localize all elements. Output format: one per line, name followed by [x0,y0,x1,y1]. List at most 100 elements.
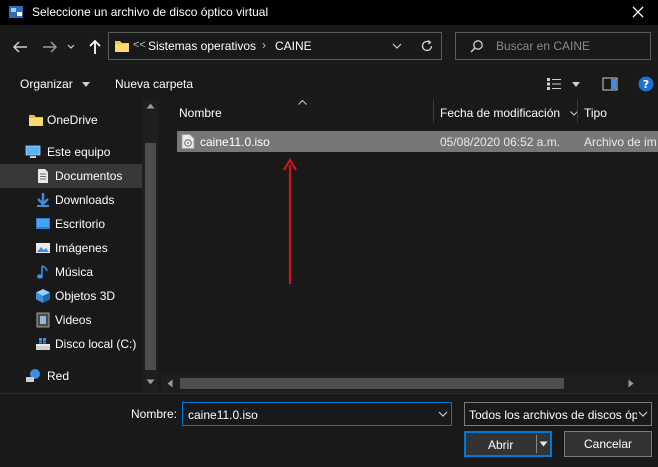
arrow-left-icon [12,41,27,53]
sidebar-item-red[interactable]: Red [0,364,142,388]
sidebar-item-documentos[interactable]: Documentos [0,164,142,188]
network-icon [26,369,40,382]
chevron-down-icon [637,411,649,419]
breadcrumb-item-sistemas[interactable]: Sistemas operativos [148,39,256,53]
svg-text:?: ? [643,78,649,91]
file-type-filter-select[interactable]: Todos los archivos de discos óp [464,402,652,426]
file-name-value: caine11.0.iso [188,408,258,422]
sort-ascending-icon [298,100,307,105]
column-header-modified[interactable]: Fecha de modificación [440,106,560,132]
scroll-up-icon[interactable] [146,103,155,109]
file-type: Archivo de im [584,135,657,149]
new-folder-button[interactable]: Nueva carpeta [115,77,193,91]
dialog-footer: Nombre: caine11.0.iso Todos los archivos… [0,393,658,467]
open-button[interactable]: Abrir [464,431,552,457]
music-icon [37,265,48,279]
sidebar-item-label: Imágenes [55,241,108,255]
search-placeholder: Buscar en CAINE [496,39,591,53]
command-bar: Organizar Nueva carpeta ? [0,70,658,99]
table-row[interactable]: caine11.0.iso 05/08/2020 06:52 a.m. Arch… [177,131,658,152]
computer-icon [25,145,41,158]
documents-icon [38,169,48,183]
folder-icon [29,115,43,126]
sidebar-item-label: Downloads [55,193,115,207]
sidebar-item-label: Escritorio [55,217,106,231]
up-button[interactable] [85,38,105,56]
window-title: Seleccione un archivo de disco óptico vi… [32,5,269,19]
sidebar-item-downloads[interactable]: Downloads [0,188,142,212]
desktop-icon [36,218,50,229]
title-bar: Seleccione un archivo de disco óptico vi… [0,0,658,25]
refresh-icon[interactable] [420,39,434,53]
breadcrumb-item-caine[interactable]: CAINE [275,39,312,53]
hscroll-thumb[interactable] [180,378,564,389]
download-icon [37,193,49,207]
arrow-up-icon [89,39,101,54]
breadcrumb-overflow[interactable]: << [133,39,146,51]
video-icon [36,312,50,328]
chevron-down-icon[interactable] [392,43,402,49]
drive-icon [36,338,50,350]
split-divider [536,435,537,453]
sidebar-item-escritorio[interactable]: Escritorio [0,212,142,236]
caret-down-icon[interactable] [539,441,548,447]
help-icon[interactable]: ? [638,76,654,92]
file-list-hscrollbar[interactable] [161,375,658,392]
sidebar-item-label: Música [55,265,94,279]
scroll-right-icon[interactable] [628,379,634,388]
file-name: caine11.0.iso [200,135,270,149]
sidebar-item-musica[interactable]: Música [0,260,142,284]
caret-down-icon[interactable] [572,82,580,87]
sidebar-scrollbar[interactable] [142,99,159,392]
search-input[interactable]: Buscar en CAINE [455,32,651,60]
open-button-label: Abrir [488,438,514,452]
file-list[interactable]: Nombre Fecha de modificación Tipo caine1… [161,99,658,393]
app-icon [9,6,23,18]
column-header-type[interactable]: Tipo [584,106,607,132]
column-divider[interactable] [433,99,434,123]
arrow-right-icon [43,41,58,53]
search-icon [470,40,483,53]
sidebar-item-label: Red [47,369,70,383]
sidebar-item-label: Disco local (C:) [55,337,137,351]
sidebar-item-videos[interactable]: Videos [0,308,142,332]
sidebar-item-imagenes[interactable]: Imágenes [0,236,142,260]
chevron-down-icon[interactable] [438,411,448,417]
sidebar-item-disco-local[interactable]: Disco local (C:) [0,332,142,356]
address-bar[interactable]: << Sistemas operativos › CAINE [108,32,442,60]
preview-pane-icon[interactable] [602,77,618,91]
folder-icon [115,41,129,52]
cancel-button[interactable]: Cancelar [564,431,652,457]
scroll-left-icon[interactable] [167,379,173,388]
sidebar-item-label: Documentos [55,169,123,183]
column-divider[interactable] [577,99,578,123]
organize-button[interactable]: Organizar [20,77,91,91]
organize-label: Organizar [20,77,73,91]
cube-icon [36,289,50,303]
recent-locations-button[interactable] [64,38,78,56]
file-modified: 05/08/2020 06:52 a.m. [440,135,561,149]
sidebar-scroll-thumb[interactable] [145,143,156,370]
sidebar-item-label: OneDrive [47,113,98,127]
forward-button[interactable] [40,38,60,56]
file-name-label: Nombre: [131,407,178,421]
pictures-icon [36,243,50,253]
file-name-input[interactable]: caine11.0.iso [182,402,452,426]
column-header-name[interactable]: Nombre [179,106,222,132]
file-type-filter-value: Todos los archivos de discos óp [469,408,639,422]
close-icon[interactable] [630,4,646,20]
scroll-down-icon[interactable] [146,379,155,385]
navigation-pane: OneDrive Este equipo Documentos Download… [0,99,160,392]
breadcrumb-separator: › [262,38,266,52]
sidebar-item-label: Objetos 3D [55,289,116,303]
sidebar-item-este-equipo[interactable]: Este equipo [0,140,142,164]
sidebar-item-objetos-3d[interactable]: Objetos 3D [0,284,142,308]
view-options-icon[interactable] [546,77,562,91]
sidebar-item-label: Este equipo [47,145,111,159]
sidebar-item-onedrive[interactable]: OneDrive [0,108,142,132]
annotation-arrow-icon [283,157,297,284]
sidebar-item-label: Videos [55,313,92,327]
chevron-down-icon [67,44,75,49]
back-button[interactable] [10,38,30,56]
caret-down-icon [82,82,91,88]
